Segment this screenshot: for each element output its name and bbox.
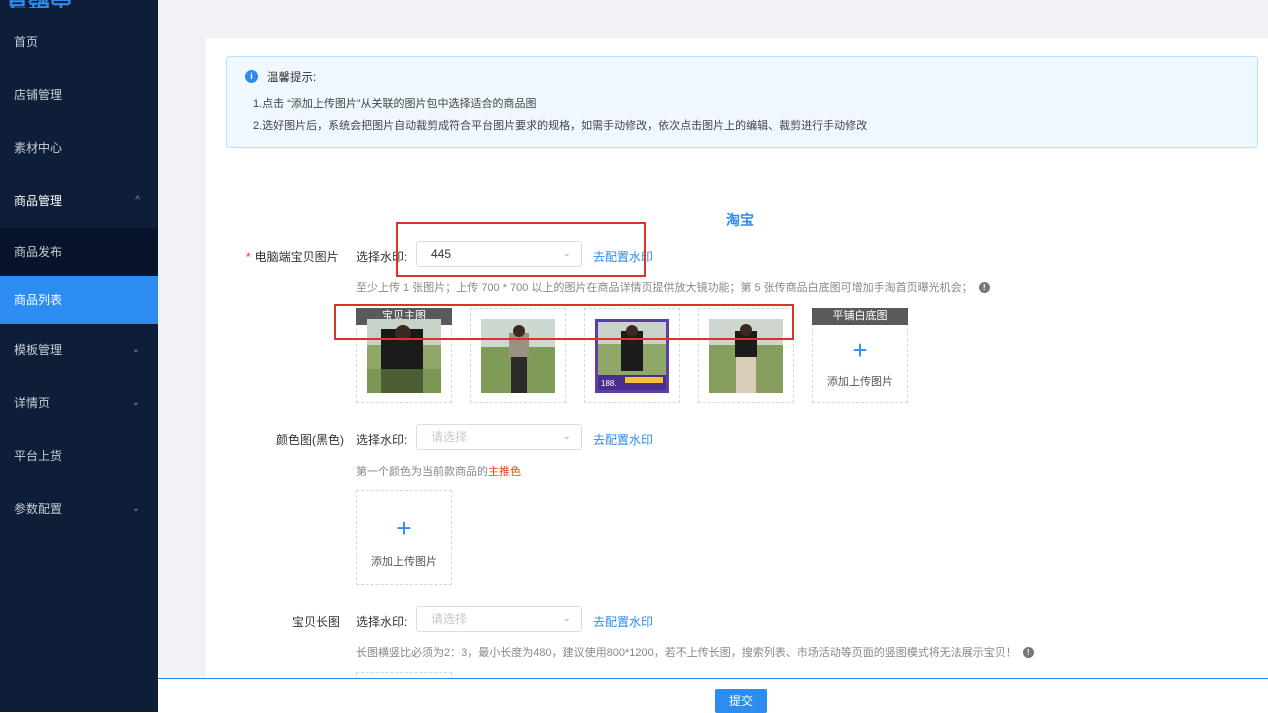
sidebar: 易销宝 首页 店铺管理 素材中心 商品管理 ^ 商品发布 商品列表 模板管理 ⌄ 详… bbox=[0, 0, 158, 712]
watermark-label: 选择水印: bbox=[356, 615, 408, 629]
sidebar-item-store[interactable]: 店铺管理 bbox=[0, 71, 158, 119]
sidebar-item-platform-upload[interactable]: 平台上货 bbox=[0, 432, 158, 480]
sidebar-item-label: 平台上货 bbox=[14, 449, 63, 463]
hint-text: 第一个颜色为当前款商品的 bbox=[356, 466, 488, 478]
select-placeholder: 请选择 bbox=[431, 430, 468, 444]
field-label: 电脑端宝贝图片 bbox=[254, 250, 339, 264]
sidebar-item-home[interactable]: 首页 bbox=[0, 18, 158, 66]
question-icon: ! bbox=[978, 282, 990, 293]
sidebar-item-detail-page[interactable]: 详情页 ⌄ bbox=[0, 379, 158, 427]
chevron-down-icon: ⌄ bbox=[131, 503, 140, 514]
chevron-down-icon: ⌄ bbox=[131, 397, 140, 408]
highlight-box bbox=[396, 222, 646, 277]
price-badge: 188. bbox=[601, 379, 617, 388]
hint-accent: 主推色 bbox=[488, 466, 521, 478]
sidebar-item-label: 详情页 bbox=[14, 396, 51, 410]
sidebar-item-templates[interactable]: 模板管理 ⌄ bbox=[0, 326, 158, 374]
main-content: i 温馨提示: 1.点击 “添加上传图片”从关联的图片包中选择适合的商品图 2.… bbox=[158, 0, 1268, 712]
upload-white-bg-image[interactable]: 平铺白底图 + 添加上传图片 bbox=[812, 308, 908, 403]
sidebar-item-products[interactable]: 商品管理 ^ bbox=[0, 177, 158, 225]
tip-notice: i 温馨提示: 1.点击 “添加上传图片”从关联的图片包中选择适合的商品图 2.… bbox=[226, 56, 1258, 148]
long-images-label: 宝贝长图 bbox=[292, 615, 341, 629]
question-icon: ! bbox=[1022, 647, 1034, 658]
color-images-hint: 第一个颜色为当前款商品的主推色 bbox=[356, 463, 521, 479]
upload-label: 添加上传图片 bbox=[371, 556, 437, 568]
hint-text: 至少上传 1 张图片；上传 700 * 700 以上的图片在商品详情页提供放大镜… bbox=[356, 282, 973, 294]
notice-line: 1.点击 “添加上传图片”从关联的图片包中选择适合的商品图 bbox=[253, 98, 537, 110]
watermark-select[interactable]: 请选择 ⌄ bbox=[416, 606, 582, 632]
sidebar-item-params[interactable]: 参数配置 ⌄ bbox=[0, 485, 158, 533]
sidebar-item-label: 店铺管理 bbox=[14, 88, 63, 102]
config-watermark-link[interactable]: 去配置水印 bbox=[593, 613, 653, 630]
sidebar-item-label: 模板管理 bbox=[14, 343, 63, 357]
plus-icon: + bbox=[396, 513, 412, 543]
app-logo: 易销宝 bbox=[0, 0, 72, 8]
plus-icon: + bbox=[852, 335, 868, 365]
long-images-hint: 长图横竖比必须为2：3，最小长度为480，建议使用800*1200，若不上传长图… bbox=[356, 644, 1034, 660]
form-card: i 温馨提示: 1.点击 “添加上传图片”从关联的图片包中选择适合的商品图 2.… bbox=[206, 38, 1268, 678]
highlight-box bbox=[334, 304, 794, 340]
sidebar-item-label: 素材中心 bbox=[14, 141, 63, 155]
submit-button[interactable]: 提交 bbox=[715, 689, 767, 713]
notice-line: 2.选好图片后，系统会把图片自动裁剪成符合平台图片要求的规格，如需手动修改，依次… bbox=[253, 120, 868, 132]
sidebar-item-label: 商品发布 bbox=[14, 245, 63, 259]
sidebar-item-label: 首页 bbox=[14, 35, 39, 49]
sidebar-item-materials[interactable]: 素材中心 bbox=[0, 124, 158, 172]
sidebar-item-label: 参数配置 bbox=[14, 502, 63, 516]
chevron-up-icon: ^ bbox=[135, 195, 140, 206]
select-placeholder: 请选择 bbox=[431, 612, 468, 626]
white-bg-tag: 平铺白底图 bbox=[812, 308, 908, 325]
config-watermark-link[interactable]: 去配置水印 bbox=[593, 431, 653, 448]
notice-title: 温馨提示: bbox=[267, 72, 317, 84]
pc-images-label: * 电脑端宝贝图片 bbox=[246, 248, 339, 265]
chevron-down-icon: ⌄ bbox=[131, 344, 140, 355]
required-mark: * bbox=[246, 250, 251, 264]
color-images-label: 颜色图(黑色) bbox=[276, 433, 344, 447]
upload-label: 添加上传图片 bbox=[827, 376, 893, 388]
sidebar-item-label: 商品列表 bbox=[14, 293, 63, 307]
chevron-down-icon: ⌄ bbox=[562, 431, 571, 442]
watermark-label: 选择水印: bbox=[356, 433, 408, 447]
upload-color-image[interactable]: + 添加上传图片 bbox=[356, 490, 452, 585]
chevron-down-icon: ⌄ bbox=[562, 613, 571, 624]
hint-text: 长图横竖比必须为2：3，最小长度为480，建议使用800*1200，若不上传长图… bbox=[356, 647, 1017, 659]
sidebar-item-label: 商品管理 bbox=[14, 194, 63, 208]
info-icon: i bbox=[245, 70, 258, 83]
sidebar-item-product-list[interactable]: 商品列表 bbox=[0, 276, 158, 324]
watermark-select[interactable]: 请选择 ⌄ bbox=[416, 424, 582, 450]
footer-bar: 提交 bbox=[158, 679, 1268, 713]
pc-images-hint: 至少上传 1 张图片；上传 700 * 700 以上的图片在商品详情页提供放大镜… bbox=[356, 279, 990, 295]
sidebar-item-product-publish[interactable]: 商品发布 bbox=[0, 228, 158, 276]
platform-title: 淘宝 bbox=[726, 212, 754, 228]
